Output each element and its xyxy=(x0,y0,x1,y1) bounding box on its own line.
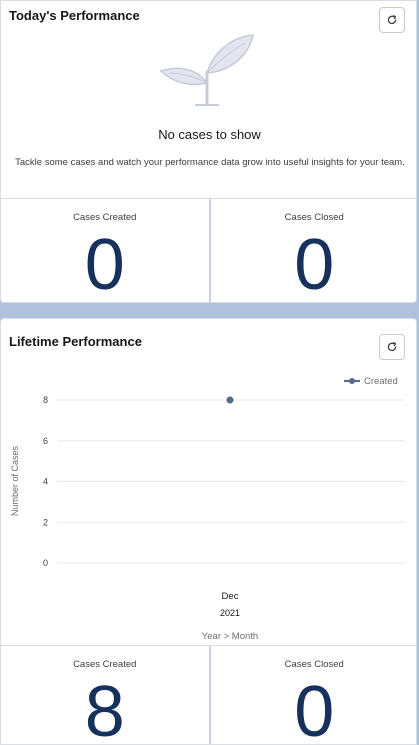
legend-label: Created xyxy=(364,376,398,387)
refresh-button[interactable] xyxy=(379,7,405,33)
plant-illustration-icon xyxy=(159,34,254,106)
empty-state-description: Tackle some cases and watch your perform… xyxy=(15,157,405,168)
today-stats: Cases Created 0 Cases Closed 0 xyxy=(1,198,417,303)
data-point xyxy=(226,396,234,404)
y-tick-label: 6 xyxy=(43,436,48,446)
legend-marker xyxy=(349,378,355,384)
lifetime-performance-card: Lifetime Performance 0 2 4 6 8 Number of Case… xyxy=(0,318,417,745)
refresh-icon xyxy=(387,15,397,25)
y-tick-label: 2 xyxy=(43,517,48,527)
stat-label: Cases Created xyxy=(73,212,137,223)
stat-value: 8 xyxy=(84,672,125,745)
todays-performance-card: Today's Performance No cases to show Tac… xyxy=(0,0,417,303)
x-tick-label: 2021 xyxy=(220,608,240,618)
x-axis-label: Year > Month xyxy=(202,631,258,639)
card-title: Today's Performance xyxy=(9,8,140,23)
stat-cases-closed: Cases Closed 0 xyxy=(208,646,417,745)
stat-cases-created: Cases Created 0 xyxy=(1,199,209,303)
card-title: Lifetime Performance xyxy=(9,334,142,349)
stat-cases-closed: Cases Closed 0 xyxy=(208,199,417,303)
y-tick-label: 4 xyxy=(43,477,48,487)
y-tick-label: 0 xyxy=(43,558,48,568)
refresh-icon xyxy=(387,342,397,352)
stat-label: Cases Created xyxy=(73,659,137,670)
y-axis-label: Number of Cases xyxy=(10,445,20,516)
stat-value: 0 xyxy=(84,225,125,303)
lifetime-stats: Cases Created 8 Cases Closed 0 xyxy=(1,645,417,745)
cases-chart: 0 2 4 6 8 Number of Cases Dec 2021 Year > Month C… xyxy=(10,376,405,639)
stat-label: Cases Closed xyxy=(284,659,344,670)
empty-state-title: No cases to show xyxy=(158,127,261,142)
stat-value: 0 xyxy=(294,672,335,745)
stat-value: 0 xyxy=(294,225,335,303)
stat-label: Cases Closed xyxy=(284,212,344,223)
refresh-button[interactable] xyxy=(379,334,405,360)
stat-cases-created: Cases Created 8 xyxy=(1,646,209,745)
x-tick-label: Dec xyxy=(222,591,239,602)
y-tick-label: 8 xyxy=(43,395,48,405)
